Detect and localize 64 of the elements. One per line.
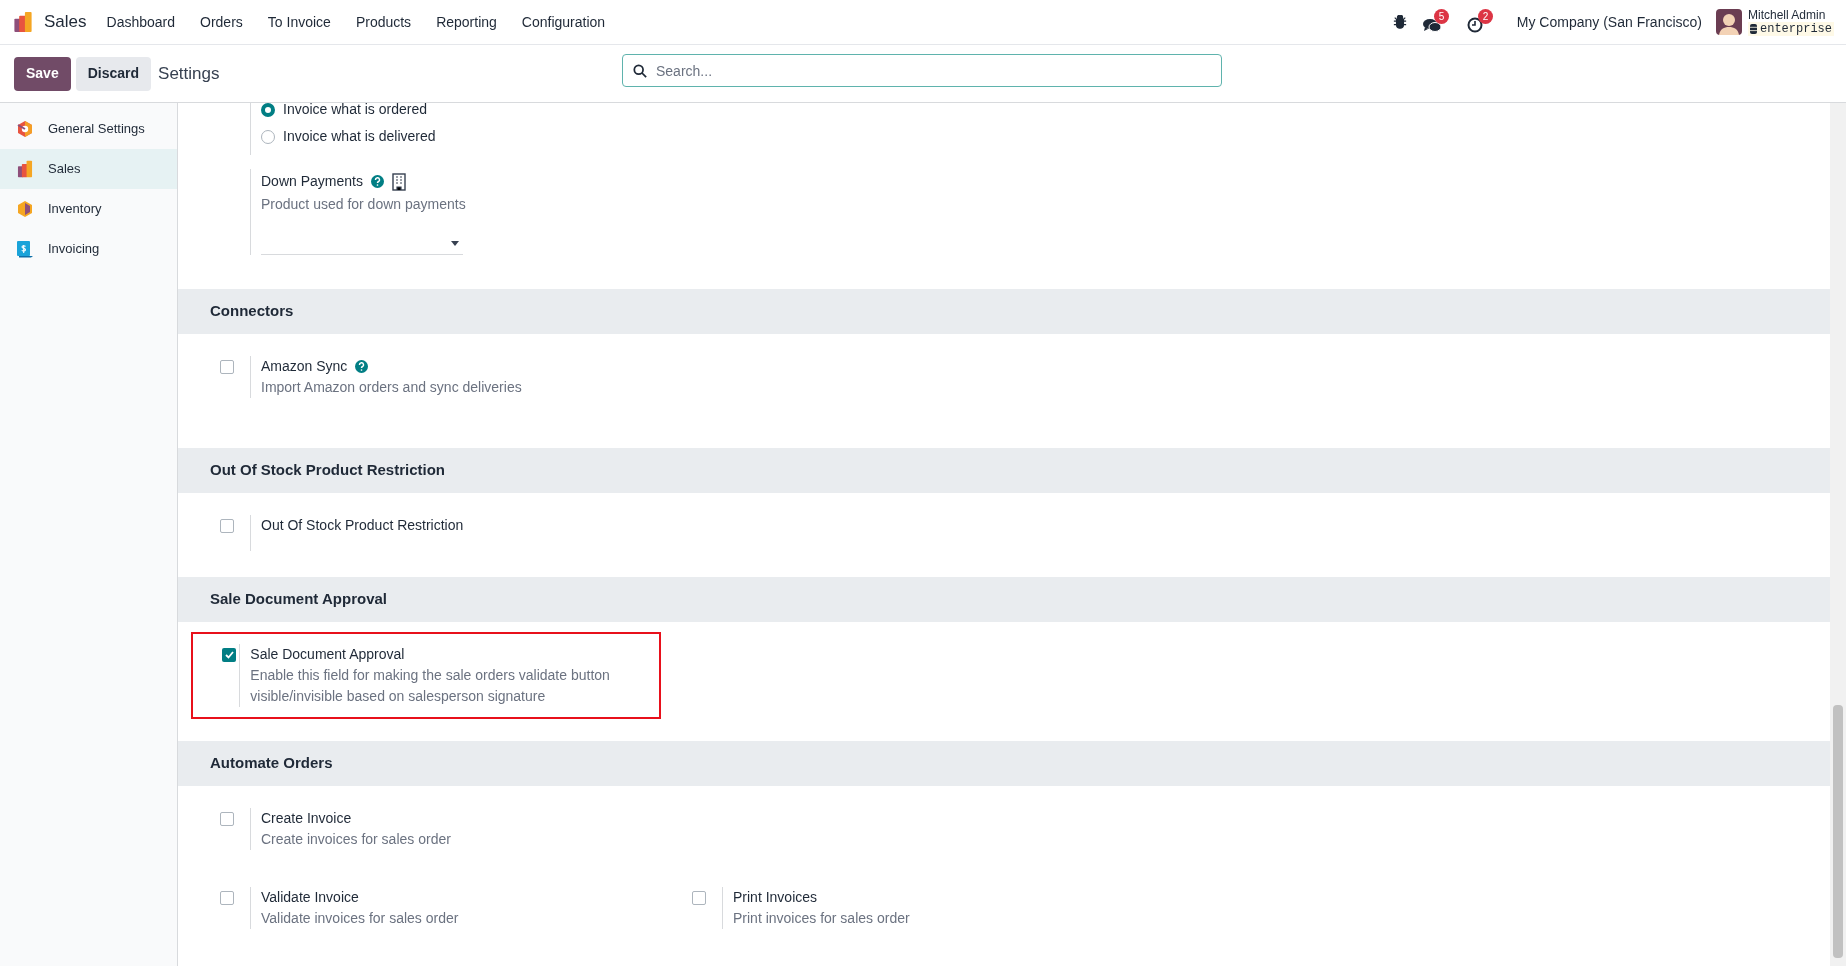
notification-button[interactable]: 2 xyxy=(1466,11,1491,33)
section-header: Automate Orders xyxy=(178,741,1830,786)
setting-description: Print invoices for sales order xyxy=(733,909,910,928)
section-header: Connectors xyxy=(178,289,1830,334)
user-name[interactable]: Mitchell Admin xyxy=(1748,8,1834,22)
radio-option[interactable]: Invoice what is ordered xyxy=(261,103,436,120)
chat-icon xyxy=(1422,18,1441,33)
sales-app-icon[interactable] xyxy=(12,11,34,33)
search-icon xyxy=(633,64,647,78)
setting-label: Print Invoices xyxy=(733,888,818,907)
setting-label: Create Invoice xyxy=(261,809,352,828)
radio-option[interactable]: Invoice what is delivered xyxy=(261,126,436,147)
checkbox[interactable] xyxy=(220,519,234,533)
app-name-link[interactable]: Sales xyxy=(44,9,87,35)
hexagon-icon xyxy=(16,120,34,138)
section-header: Out Of Stock Product Restriction xyxy=(178,448,1830,493)
setting-label: Down Payments xyxy=(261,172,363,191)
sidebar-item[interactable]: Sales xyxy=(0,149,177,189)
checkbox[interactable] xyxy=(220,891,234,905)
setting-description: Enable this field for making the sale orders validate button visible/invisible based on salesperson signature xyxy=(250,666,611,706)
cube-icon xyxy=(16,200,34,218)
menu-link[interactable]: Configuration xyxy=(521,11,606,33)
invoice-icon xyxy=(16,240,34,258)
bug-icon[interactable] xyxy=(1392,15,1407,29)
notification-count: 2 xyxy=(1477,9,1494,24)
setting-description: Product used for down payments xyxy=(261,195,466,214)
radio-button[interactable] xyxy=(261,103,275,117)
menu-link[interactable]: To Invoice xyxy=(267,11,331,33)
sidebar-item[interactable]: Invoicing xyxy=(0,229,177,269)
sidebar-item[interactable]: Inventory xyxy=(0,189,177,229)
bar-chart-icon xyxy=(16,160,34,178)
setting-label: Amazon Sync xyxy=(261,357,348,376)
setting-label: Sale Document Approval xyxy=(250,645,405,664)
clock-icon xyxy=(1466,17,1483,33)
checkbox[interactable] xyxy=(220,360,234,374)
search-field[interactable]: Search... xyxy=(622,54,1222,87)
notification-count: 5 xyxy=(1433,9,1450,24)
setting-description: Validate invoices for sales order xyxy=(261,909,459,928)
checkbox[interactable] xyxy=(222,648,236,662)
scrollbar[interactable] xyxy=(1830,103,1846,966)
setting-label: Out Of Stock Product Restriction xyxy=(261,516,464,535)
form-button[interactable]: Save xyxy=(14,56,71,91)
menu-link[interactable]: Products xyxy=(355,11,412,33)
notification-button[interactable]: 5 xyxy=(1422,11,1447,33)
checkbox[interactable] xyxy=(692,891,706,905)
help-icon xyxy=(370,175,384,188)
caret-icon xyxy=(451,241,459,246)
menu-link[interactable]: Orders xyxy=(200,11,243,33)
building-icon[interactable] xyxy=(391,172,406,191)
breadcrumb-title: Settings xyxy=(158,62,220,85)
company-switcher[interactable]: My Company (San Francisco) xyxy=(1516,11,1702,33)
section-header: Sale Document Approval xyxy=(178,577,1830,622)
checkbox[interactable] xyxy=(220,812,234,826)
sidebar-item[interactable]: General Settings xyxy=(0,109,177,149)
setting-label: Validate Invoice xyxy=(261,888,359,907)
setting-description: Create invoices for sales order xyxy=(261,830,451,849)
avatar-icon[interactable] xyxy=(1716,9,1742,35)
database-name: enterprise xyxy=(1760,22,1832,36)
menu-link[interactable]: Dashboard xyxy=(106,11,176,33)
form-button[interactable]: Discard xyxy=(75,56,152,91)
checkmark-icon xyxy=(224,651,234,659)
setting-description: Import Amazon orders and sync deliveries xyxy=(261,378,522,397)
radio-button[interactable] xyxy=(261,129,275,144)
menu-link[interactable]: Reporting xyxy=(436,11,497,33)
